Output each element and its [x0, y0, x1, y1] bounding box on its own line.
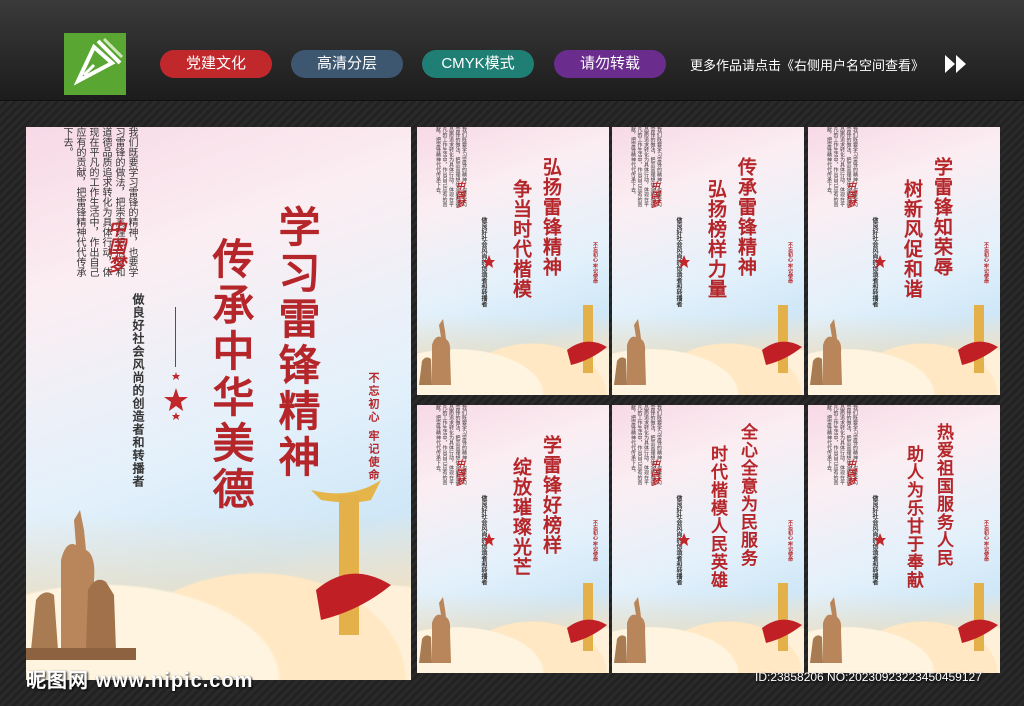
china-dream-logo: 中国梦 [649, 181, 659, 208]
huabiao-pillar-icon [958, 583, 998, 651]
main-poster: 学习雷锋精神 传承中华美德 中国梦 做良好社会风尚的创造者和转播者 我们既要学习… [26, 127, 411, 680]
huabiao-pillar-icon [567, 305, 607, 373]
huabiao-pillar-icon [762, 305, 802, 373]
poster-title-line1: 学雷锋好榜样 [540, 435, 562, 555]
soldier-statue-icon [419, 597, 451, 663]
tag-hd-layered[interactable]: 高清分层 [291, 50, 403, 78]
poster-seal-text: 不忘初心 牢记使命 [787, 242, 793, 284]
poster-title-line1: 全心全意为民服务 [737, 423, 757, 567]
poster-title-line2: 助人为乐甘于奉献 [903, 445, 923, 589]
soldier-statue-icon [810, 597, 842, 663]
poster-seal-text: 不忘初心 牢记使命 [983, 242, 989, 284]
poster-seal-text: 不忘初心 牢记使命 [787, 520, 793, 562]
poster-seal-text: 不忘初心 牢记使命 [592, 242, 598, 284]
tag-no-repost[interactable]: 请勿转载 [554, 50, 666, 78]
tag-party-culture[interactable]: 党建文化 [160, 50, 272, 78]
poster-title-line1: 传承雷锋精神 [735, 157, 757, 277]
main-subtitle: 做良好社会风尚的创造者和转播者 [131, 293, 145, 488]
china-dream-logo: 中国梦 [845, 459, 855, 486]
china-dream-logo: 中国梦 [454, 181, 464, 208]
poster-card: 传承雷锋精神 弘扬榜样力量 中国梦 做良好社会风尚的创造者和转播者 我们既要学习… [612, 127, 804, 395]
logo[interactable] [64, 33, 126, 95]
soldier-statue-icon [614, 319, 646, 385]
poster-title-line1: 热爱祖国服务人民 [933, 423, 953, 567]
poster-card: 学雷锋知荣辱 树新风促和谐 中国梦 做良好社会风尚的创造者和转播者 我们既要学习… [808, 127, 1000, 395]
china-dream-logo: 中国梦 [454, 459, 464, 486]
soldier-statue-icon [614, 597, 646, 663]
soldier-statue-icon [26, 510, 136, 660]
stars-icon [874, 533, 886, 546]
soldier-statue-icon [810, 319, 842, 385]
stars-icon [874, 255, 886, 268]
stars-icon [164, 372, 188, 420]
stars-icon [678, 255, 690, 268]
main-seal-text: 不忘初心 牢记使命 [367, 372, 380, 482]
more-works-link[interactable]: 更多作品请点击《右侧用户名空间查看》 [690, 55, 924, 74]
poster-card: 热爱祖国服务人民 助人为乐甘于奉献 中国梦 做良好社会风尚的创造者和转播者 我们… [808, 405, 1000, 673]
poster-title-line2: 争当时代楷模 [510, 179, 532, 299]
poster-title-line2: 树新风促和谐 [901, 179, 923, 299]
poster-title-line2: 绽放璀璨光芒 [510, 457, 532, 577]
image-id-watermark: ID:23858206 NO:20230923223450459127 [755, 670, 982, 684]
poster-title-line2: 弘扬榜样力量 [705, 179, 727, 299]
poster-title-line1: 弘扬雷锋精神 [540, 157, 562, 277]
poster-card: 弘扬雷锋精神 争当时代楷模 中国梦 做良好社会风尚的创造者和转播者 我们既要学习… [417, 127, 609, 395]
huabiao-pillar-icon [311, 480, 391, 635]
poster-seal-text: 不忘初心 牢记使命 [592, 520, 598, 562]
huabiao-pillar-icon [567, 583, 607, 651]
soldier-statue-icon [419, 319, 451, 385]
poster-title-line1: 学雷锋知荣辱 [931, 157, 953, 277]
main-title-line2: 传承中华美德 [206, 237, 255, 513]
stars-icon [483, 255, 495, 268]
main-title-line1: 学习雷锋精神 [272, 205, 321, 481]
tag-cmyk-mode[interactable]: CMYK模式 [422, 50, 534, 78]
header-bar: 党建文化 高清分层 CMYK模式 请勿转载 更多作品请点击《右侧用户名空间查看》 [0, 0, 1024, 101]
poster-card: 全心全意为民服务 时代楷模人民英雄 中国梦 做良好社会风尚的创造者和转播者 我们… [612, 405, 804, 673]
stars-icon [483, 533, 495, 546]
divider-line [175, 307, 176, 367]
poster-seal-text: 不忘初心 牢记使命 [983, 520, 989, 562]
china-dream-logo: 中国梦 [105, 219, 126, 273]
double-chevron-right-icon[interactable] [943, 53, 969, 75]
china-dream-logo: 中国梦 [649, 459, 659, 486]
stars-icon [678, 533, 690, 546]
site-watermark: 昵图网 www.nipic.com [26, 670, 254, 692]
poster-card: 学雷锋好榜样 绽放璀璨光芒 中国梦 做良好社会风尚的创造者和转播者 我们既要学习… [417, 405, 609, 673]
china-dream-logo: 中国梦 [845, 181, 855, 208]
huabiao-pillar-icon [958, 305, 998, 373]
huabiao-pillar-icon [762, 583, 802, 651]
poster-title-line2: 时代楷模人民英雄 [707, 445, 727, 589]
pen-nib-icon [73, 37, 124, 86]
